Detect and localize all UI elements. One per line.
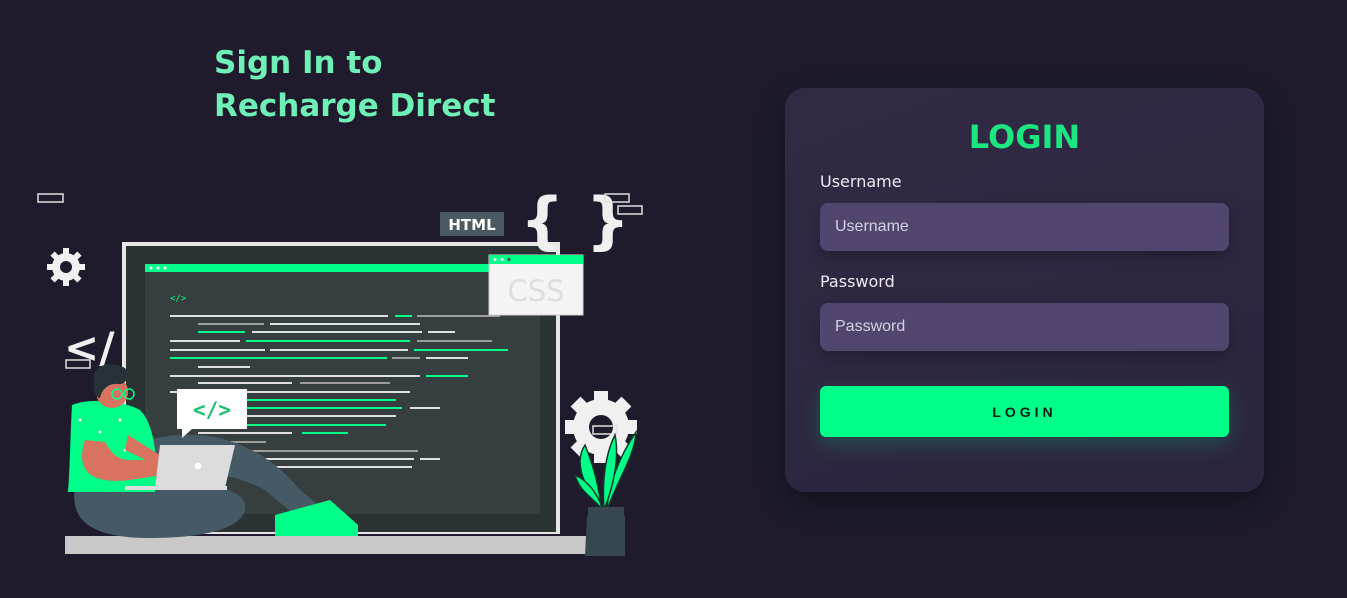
hero-headline: Sign In to Recharge Direct <box>214 42 495 128</box>
login-title: LOGIN <box>968 118 1081 156</box>
headline-line-2: Recharge Direct <box>214 88 496 124</box>
coder-illustration: </> HTML CSS { } </ </> <box>37 184 643 556</box>
braces-icon: { } <box>520 184 630 257</box>
username-input[interactable] <box>820 203 1229 251</box>
css-window-label: CSS <box>507 274 564 308</box>
username-label: Username <box>820 172 902 191</box>
password-label: Password <box>820 272 895 291</box>
code-tag-small: </> <box>170 294 187 304</box>
login-card: LOGIN Username Password LOGIN <box>785 88 1264 492</box>
password-input[interactable] <box>820 303 1229 351</box>
html-tag-label: HTML <box>448 216 496 234</box>
floor-shelf <box>65 536 590 554</box>
code-bubble-label: </> <box>193 398 231 422</box>
code-window-bar <box>145 264 540 272</box>
login-button[interactable]: LOGIN <box>820 386 1229 437</box>
gear-icon-left <box>47 248 85 286</box>
headline-line-1: Sign In to <box>214 45 383 81</box>
